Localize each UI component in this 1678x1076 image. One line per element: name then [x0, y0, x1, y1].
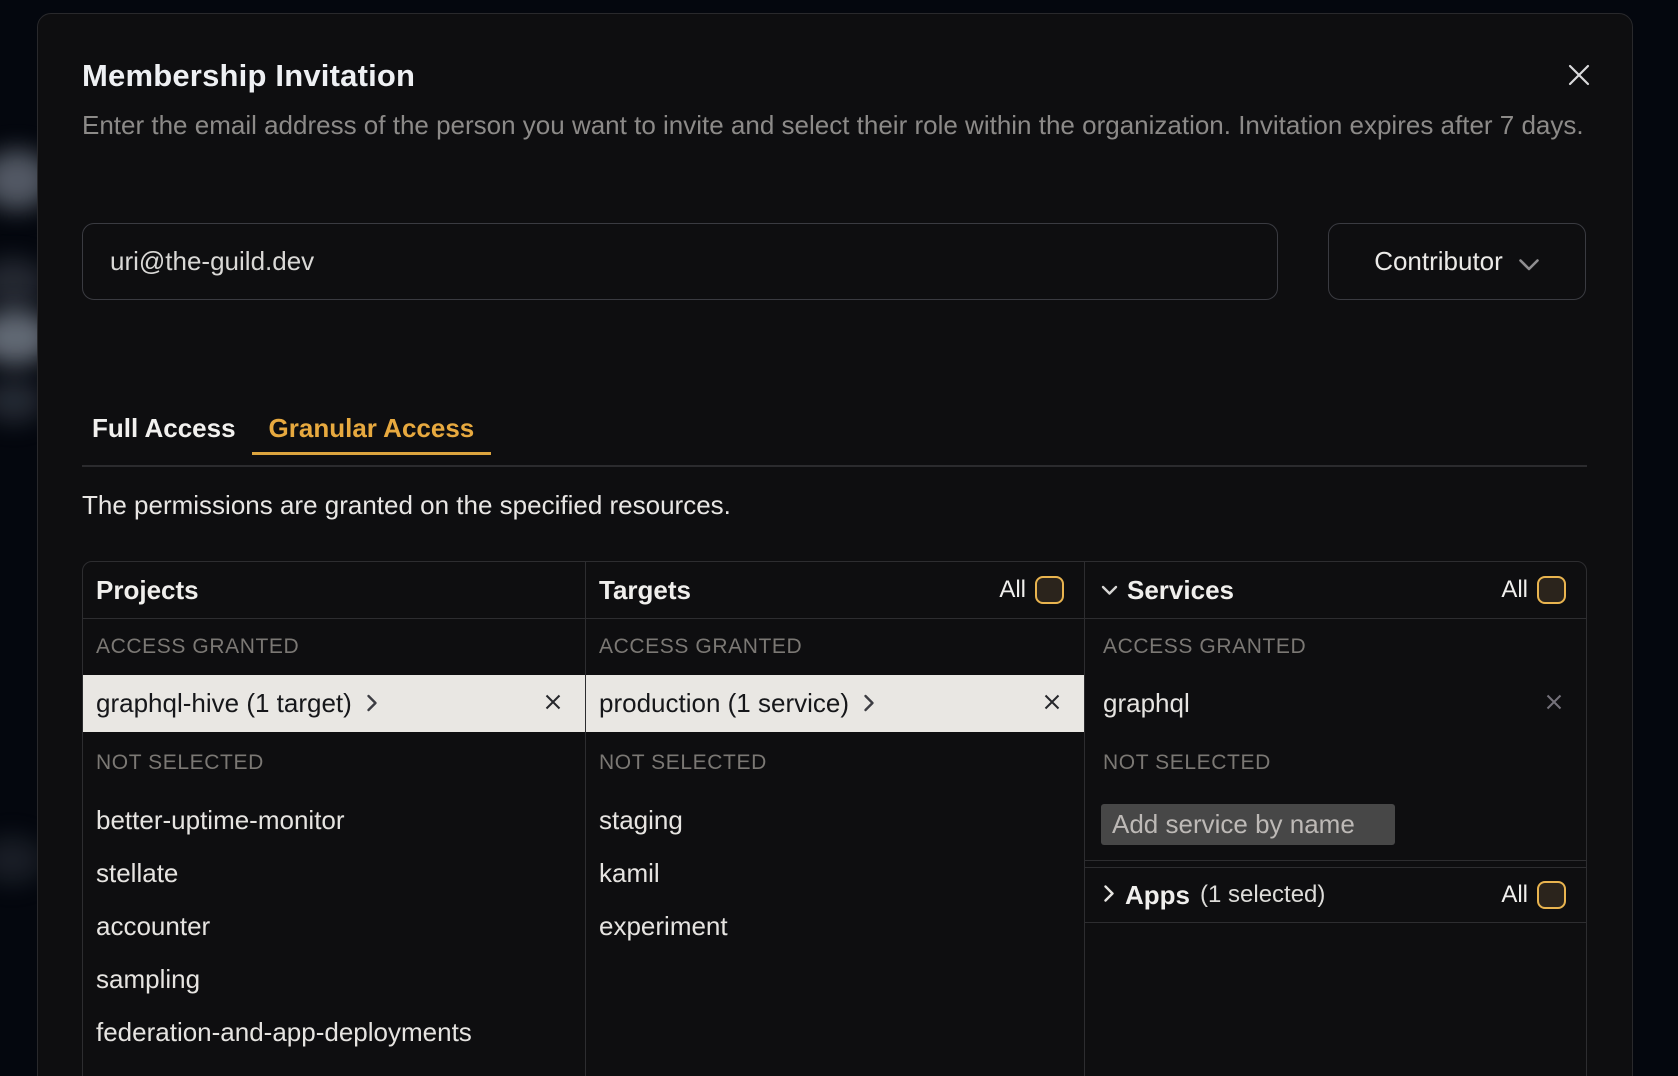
services-body: ACCESS GRANTED graphql NOT SELECTED: [1085, 619, 1586, 861]
apps-all-label: All: [1501, 881, 1528, 909]
granted-project-name: graphql-hive (1 target): [96, 688, 352, 719]
permissions-note: The permissions are granted on the speci…: [82, 490, 731, 521]
granted-target-name: production (1 service): [599, 688, 849, 719]
project-list-item[interactable]: federation-and-app-deployments: [83, 1006, 585, 1059]
apps-section-row[interactable]: Apps (1 selected) All: [1085, 867, 1586, 923]
target-list-item[interactable]: kamil: [586, 847, 1084, 900]
remove-project-icon[interactable]: [543, 688, 563, 719]
targets-all-checkbox[interactable]: [1035, 576, 1064, 604]
targets-header: Targets All: [586, 562, 1084, 619]
close-button[interactable]: [1564, 60, 1594, 90]
chevron-right-icon[interactable]: [1103, 884, 1115, 908]
resources-table: Projects ACCESS GRANTED graphql-hive (1 …: [82, 561, 1587, 1076]
services-header-label: Services: [1127, 575, 1234, 606]
targets-all-label: All: [999, 576, 1026, 604]
email-input[interactable]: [82, 223, 1278, 300]
role-select[interactable]: Contributor: [1328, 223, 1586, 300]
close-icon: [1565, 61, 1593, 89]
access-tabs: Full Access Granular Access: [82, 408, 491, 455]
projects-header-label: Projects: [96, 575, 199, 606]
granted-project-row[interactable]: graphql-hive (1 target): [83, 675, 585, 732]
targets-column: Targets All ACCESS GRANTED production (1…: [585, 562, 1084, 1076]
project-list-item[interactable]: better-uptime-monitor: [83, 794, 585, 847]
chevron-right-icon[interactable]: [863, 689, 875, 720]
tab-granular-access[interactable]: Granular Access: [252, 408, 492, 455]
page-background: Membership Invitation Enter the email ad…: [0, 0, 1678, 1076]
projects-header: Projects: [83, 562, 585, 619]
granted-service-name: graphql: [1103, 688, 1190, 719]
targets-header-label: Targets: [599, 575, 691, 606]
modal-title: Membership Invitation: [82, 58, 415, 94]
remove-target-icon[interactable]: [1042, 688, 1062, 719]
tabs-divider: [82, 465, 1587, 467]
granted-target-row[interactable]: production (1 service): [586, 675, 1084, 732]
access-granted-label: ACCESS GRANTED: [83, 619, 585, 675]
add-service-wrap: [1085, 794, 1586, 860]
access-granted-label: ACCESS GRANTED: [586, 619, 1084, 675]
target-list-item[interactable]: staging: [586, 794, 1084, 847]
services-column: Services All ACCESS GRANTED graphql NOT …: [1084, 562, 1586, 1076]
services-all-checkbox[interactable]: [1537, 576, 1566, 604]
membership-invitation-modal: Membership Invitation Enter the email ad…: [37, 13, 1633, 1076]
project-list-item[interactable]: stellate: [83, 847, 585, 900]
add-service-input[interactable]: [1101, 804, 1395, 845]
granted-service-row: graphql: [1085, 675, 1586, 732]
access-granted-label: ACCESS GRANTED: [1085, 619, 1586, 675]
role-select-value: Contributor: [1374, 246, 1503, 277]
not-selected-label: NOT SELECTED: [83, 732, 585, 794]
not-selected-label: NOT SELECTED: [586, 732, 1084, 794]
chevron-down-icon[interactable]: [1101, 583, 1118, 601]
apps-header-label: Apps: [1125, 880, 1190, 911]
target-list-item[interactable]: experiment: [586, 900, 1084, 953]
chevron-down-icon: [1518, 248, 1540, 279]
apps-all-checkbox[interactable]: [1537, 881, 1566, 909]
modal-description: Enter the email address of the person yo…: [82, 106, 1588, 144]
projects-column: Projects ACCESS GRANTED graphql-hive (1 …: [83, 562, 585, 1076]
chevron-right-icon[interactable]: [366, 689, 378, 720]
services-header[interactable]: Services All: [1085, 562, 1586, 619]
project-list-item[interactable]: sampling: [83, 953, 585, 1006]
not-selected-label: NOT SELECTED: [1085, 732, 1586, 794]
tab-full-access[interactable]: Full Access: [82, 408, 246, 455]
remove-service-icon[interactable]: [1544, 688, 1564, 719]
apps-selected-count: (1 selected): [1200, 881, 1325, 909]
project-list-item[interactable]: accounter: [83, 900, 585, 953]
services-all-label: All: [1501, 576, 1528, 604]
